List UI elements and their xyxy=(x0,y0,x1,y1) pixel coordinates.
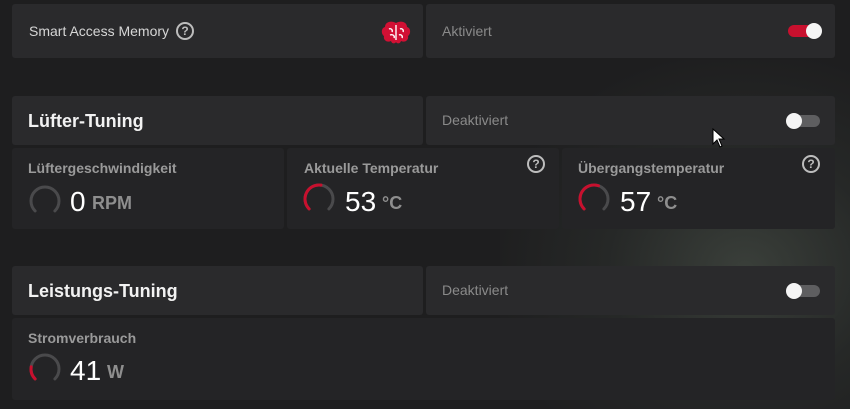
metric-value: 57 xyxy=(620,186,652,217)
gauge-icon xyxy=(29,353,61,381)
metric-power: Stromverbrauch 41 W xyxy=(12,318,835,400)
metric-unit: °C xyxy=(382,193,403,213)
sam-toggle[interactable] xyxy=(788,23,822,39)
perf-status-panel: Deaktiviert xyxy=(426,266,835,315)
sam-label: Smart Access Memory xyxy=(29,23,170,39)
metric-label: Lüftergeschwindigkeit xyxy=(28,160,177,176)
gauge-icon xyxy=(303,183,335,211)
metric-help-icon[interactable]: ? xyxy=(527,155,545,173)
metric-unit: W xyxy=(107,362,124,382)
metric-label: Übergangstemperatur xyxy=(578,160,725,176)
gauge-icon xyxy=(29,185,61,213)
gauge-icon xyxy=(578,183,610,211)
sam-status-panel: Aktiviert xyxy=(426,4,835,58)
fan-status-panel: Deaktiviert xyxy=(426,96,835,145)
gauge-progress xyxy=(578,183,601,211)
metric-help-icon[interactable]: ? xyxy=(802,155,820,173)
toggle-knob xyxy=(806,23,822,39)
sam-label-panel: Smart Access Memory ? xyxy=(12,4,423,58)
sam-help-icon[interactable]: ? xyxy=(176,22,194,40)
mouse-cursor-icon xyxy=(712,128,726,148)
metric-unit: °C xyxy=(657,193,678,213)
metric-value: 53 xyxy=(345,186,377,217)
metric-label: Stromverbrauch xyxy=(28,330,137,346)
metric-current-temp: Aktuelle Temperatur ? 53 °C xyxy=(287,148,559,229)
metric-unit: RPM xyxy=(92,193,132,213)
sam-status: Aktiviert xyxy=(442,23,492,39)
fan-toggle[interactable] xyxy=(786,113,820,129)
perf-title-panel: Leistungs-Tuning xyxy=(12,266,423,315)
toggle-knob xyxy=(786,283,802,299)
gauge-progress xyxy=(303,183,323,211)
fan-title-panel: Lüfter-Tuning xyxy=(12,96,423,145)
metric-fan-speed: Lüftergeschwindigkeit 0 RPM xyxy=(12,148,284,229)
metric-value: 0 xyxy=(70,186,86,217)
gauge-track xyxy=(29,353,61,381)
metric-label: Aktuelle Temperatur xyxy=(304,160,439,176)
fan-status: Deaktiviert xyxy=(442,112,509,128)
toggle-knob xyxy=(786,113,802,129)
brain-icon xyxy=(381,21,411,44)
perf-toggle[interactable] xyxy=(786,283,820,299)
metric-value: 41 xyxy=(70,355,102,386)
perf-status: Deaktiviert xyxy=(442,282,509,298)
fan-title: Lüfter-Tuning xyxy=(28,111,144,131)
metric-junction-temp: Übergangstemperatur ? 57 °C xyxy=(562,148,835,229)
perf-title: Leistungs-Tuning xyxy=(28,281,178,301)
gauge-track xyxy=(29,185,61,213)
